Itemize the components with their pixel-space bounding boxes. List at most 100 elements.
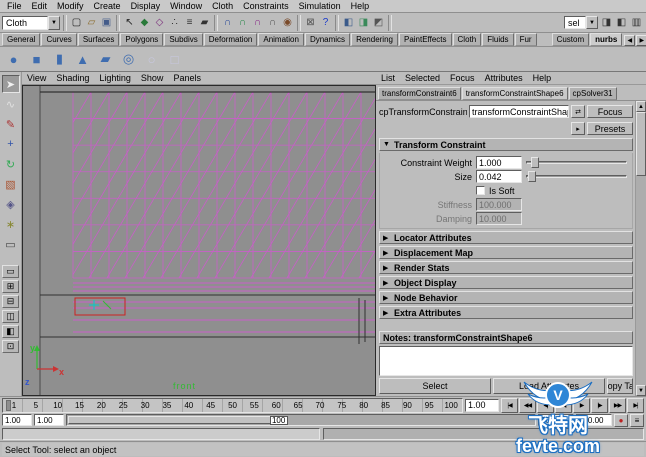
last-tool[interactable]: ▭ (2, 235, 20, 253)
menu-item[interactable]: Create (89, 1, 126, 11)
menu-item[interactable]: Constraints (238, 1, 294, 11)
is-soft-checkbox[interactable] (476, 186, 485, 195)
menu-set-value[interactable]: Cloth (2, 16, 48, 30)
nurbs-plane-icon[interactable]: ▰ (95, 49, 116, 70)
show-channel-box-icon[interactable]: ▥ (629, 15, 644, 31)
make-live-icon[interactable]: ◉ (280, 15, 295, 31)
collapsed-section[interactable]: ▶ Extra Attributes (379, 306, 633, 319)
shelf-tab[interactable]: Subdivs (164, 33, 202, 46)
chevron-down-icon[interactable]: ▼ (586, 16, 598, 29)
constraint-weight-field[interactable]: 1.000 (476, 156, 522, 169)
time-slider[interactable]: 1510152025303540455055606570758085909510… (2, 398, 463, 413)
select-by-object-icon[interactable]: ◆ (137, 15, 152, 31)
open-scene-icon[interactable]: ▱ (84, 15, 99, 31)
two-pane-side-layout-button[interactable]: ◫ (2, 310, 19, 323)
render-settings-icon[interactable]: ◩ (371, 15, 386, 31)
panel-menu-item[interactable]: Shading (51, 73, 94, 83)
show-attribute-editor-icon[interactable]: ◨ (599, 15, 614, 31)
timeline-tick[interactable]: 55 (243, 399, 265, 412)
select-lines-mask-icon[interactable]: ≡ (182, 15, 197, 31)
ae-menu-item[interactable]: Selected (400, 73, 445, 83)
presets-button[interactable]: Presets (587, 122, 633, 135)
range-slider[interactable]: 100 (66, 414, 536, 426)
shelf-tab[interactable]: Fluids (482, 33, 513, 46)
timeline-tick[interactable]: 35 (156, 399, 178, 412)
menu-item[interactable]: File (2, 1, 27, 11)
menu-item[interactable]: Help (346, 1, 375, 11)
playback-start-field[interactable]: 1.00 (34, 414, 64, 426)
show-tool-settings-icon[interactable]: ◧ (614, 15, 629, 31)
shelf-tab[interactable]: Curves (41, 33, 76, 46)
nurbs-cylinder-icon[interactable]: ▮ (49, 49, 70, 70)
shelf-tab[interactable]: Dynamics (305, 33, 350, 46)
collapsed-section[interactable]: ▶ Locator Attributes (379, 231, 633, 244)
menu-item[interactable]: Display (126, 1, 166, 11)
timeline-tick[interactable]: 20 (90, 399, 112, 412)
menu-item[interactable]: Edit (27, 1, 53, 11)
timeline-tick[interactable]: 50 (222, 399, 244, 412)
panel-menu-item[interactable]: Show (136, 73, 169, 83)
animation-preferences-icon[interactable]: ≡ (630, 414, 644, 427)
timeline-tick[interactable]: 95 (418, 399, 440, 412)
new-scene-icon[interactable]: ▢ (69, 15, 84, 31)
help-icon[interactable]: ? (318, 15, 333, 31)
load-attributes-button[interactable]: Load Attributes (493, 378, 605, 394)
auto-keyframe-icon[interactable]: ● (614, 414, 628, 427)
timeline-tick[interactable]: 25 (112, 399, 134, 412)
presets-arrow-icon[interactable]: ▸ (571, 122, 585, 135)
shelf-tab[interactable]: General (2, 33, 40, 46)
current-time-field[interactable]: 1.00 (465, 399, 499, 412)
timeline-tick[interactable]: 65 (287, 399, 309, 412)
ae-menu-item[interactable]: Focus (445, 73, 480, 83)
menu-item[interactable]: Window (165, 1, 207, 11)
shelf-tab-prev-icon[interactable]: ◀ (624, 35, 635, 46)
timeline-tick[interactable]: 75 (331, 399, 353, 412)
chevron-down-icon[interactable]: ▼ (48, 16, 60, 30)
select-by-component-icon[interactable]: ◇ (152, 15, 167, 31)
shelf-tab[interactable]: Polygons (120, 33, 163, 46)
quick-select-value[interactable]: sel (564, 16, 586, 29)
section-transform-constraint[interactable]: ▼ Transform Constraint (379, 138, 633, 151)
select-button[interactable]: Select (379, 378, 491, 394)
range-end-handle[interactable]: 100 (270, 416, 288, 425)
timeline-tick[interactable]: 5 (25, 399, 47, 412)
scroll-down-icon[interactable]: ▼ (636, 385, 646, 396)
show-manipulator-tool[interactable]: ∗ (2, 215, 20, 233)
focus-button[interactable]: Focus (587, 105, 633, 118)
ae-tab[interactable]: transformConstraintShape6 (462, 87, 568, 100)
copy-tab-button[interactable]: Copy Tab (607, 378, 633, 394)
shelf-tab[interactable]: PaintEffects (399, 33, 452, 46)
shelf-tab[interactable]: nurbs (590, 33, 622, 46)
ae-menu-item[interactable]: Help (528, 73, 557, 83)
select-faces-mask-icon[interactable]: ▰ (197, 15, 212, 31)
size-slider[interactable] (526, 171, 627, 182)
shelf-tab[interactable]: Custom (552, 33, 590, 46)
ae-menu-item[interactable]: Attributes (480, 73, 528, 83)
collapsed-section[interactable]: ▶ Node Behavior (379, 291, 633, 304)
play-backward-button[interactable]: ◀ (555, 398, 572, 413)
ae-scrollbar[interactable]: ▲ ▼ (635, 101, 646, 396)
scale-tool[interactable]: ▧ (2, 175, 20, 193)
notes-header[interactable]: Notes: transformConstraintShape6 (379, 331, 633, 344)
hypergraph-layout-button[interactable]: ⊡ (2, 340, 19, 353)
shelf-tab[interactable]: Deformation (204, 33, 258, 46)
shelf-tab[interactable]: Fur (515, 33, 537, 46)
animation-start-field[interactable]: 1.00 (2, 414, 32, 426)
go-to-start-button[interactable]: |◀ (501, 398, 518, 413)
range-bar[interactable] (68, 416, 288, 424)
size-field[interactable]: 0.042 (476, 170, 522, 183)
nurbs-torus-icon[interactable]: ◎ (118, 49, 139, 70)
quick-select-dropdown[interactable]: sel ▼ (564, 16, 598, 29)
notes-textarea[interactable] (379, 346, 633, 376)
timeline-tick[interactable]: 85 (375, 399, 397, 412)
move-tool[interactable]: + (2, 135, 20, 153)
ipr-render-icon[interactable]: ◨ (356, 15, 371, 31)
nurbs-square-icon[interactable]: □ (164, 49, 185, 70)
lock-selection-icon[interactable]: ⊠ (303, 15, 318, 31)
nurbs-cone-icon[interactable]: ▲ (72, 49, 93, 70)
snap-to-curve-icon[interactable]: ∩ (235, 15, 250, 31)
ae-tab[interactable]: cpSolver31 (569, 87, 617, 100)
scroll-up-icon[interactable]: ▲ (636, 101, 646, 112)
persp-outliner-layout-button[interactable]: ◧ (2, 325, 19, 338)
ae-menu-item[interactable]: List (376, 73, 400, 83)
